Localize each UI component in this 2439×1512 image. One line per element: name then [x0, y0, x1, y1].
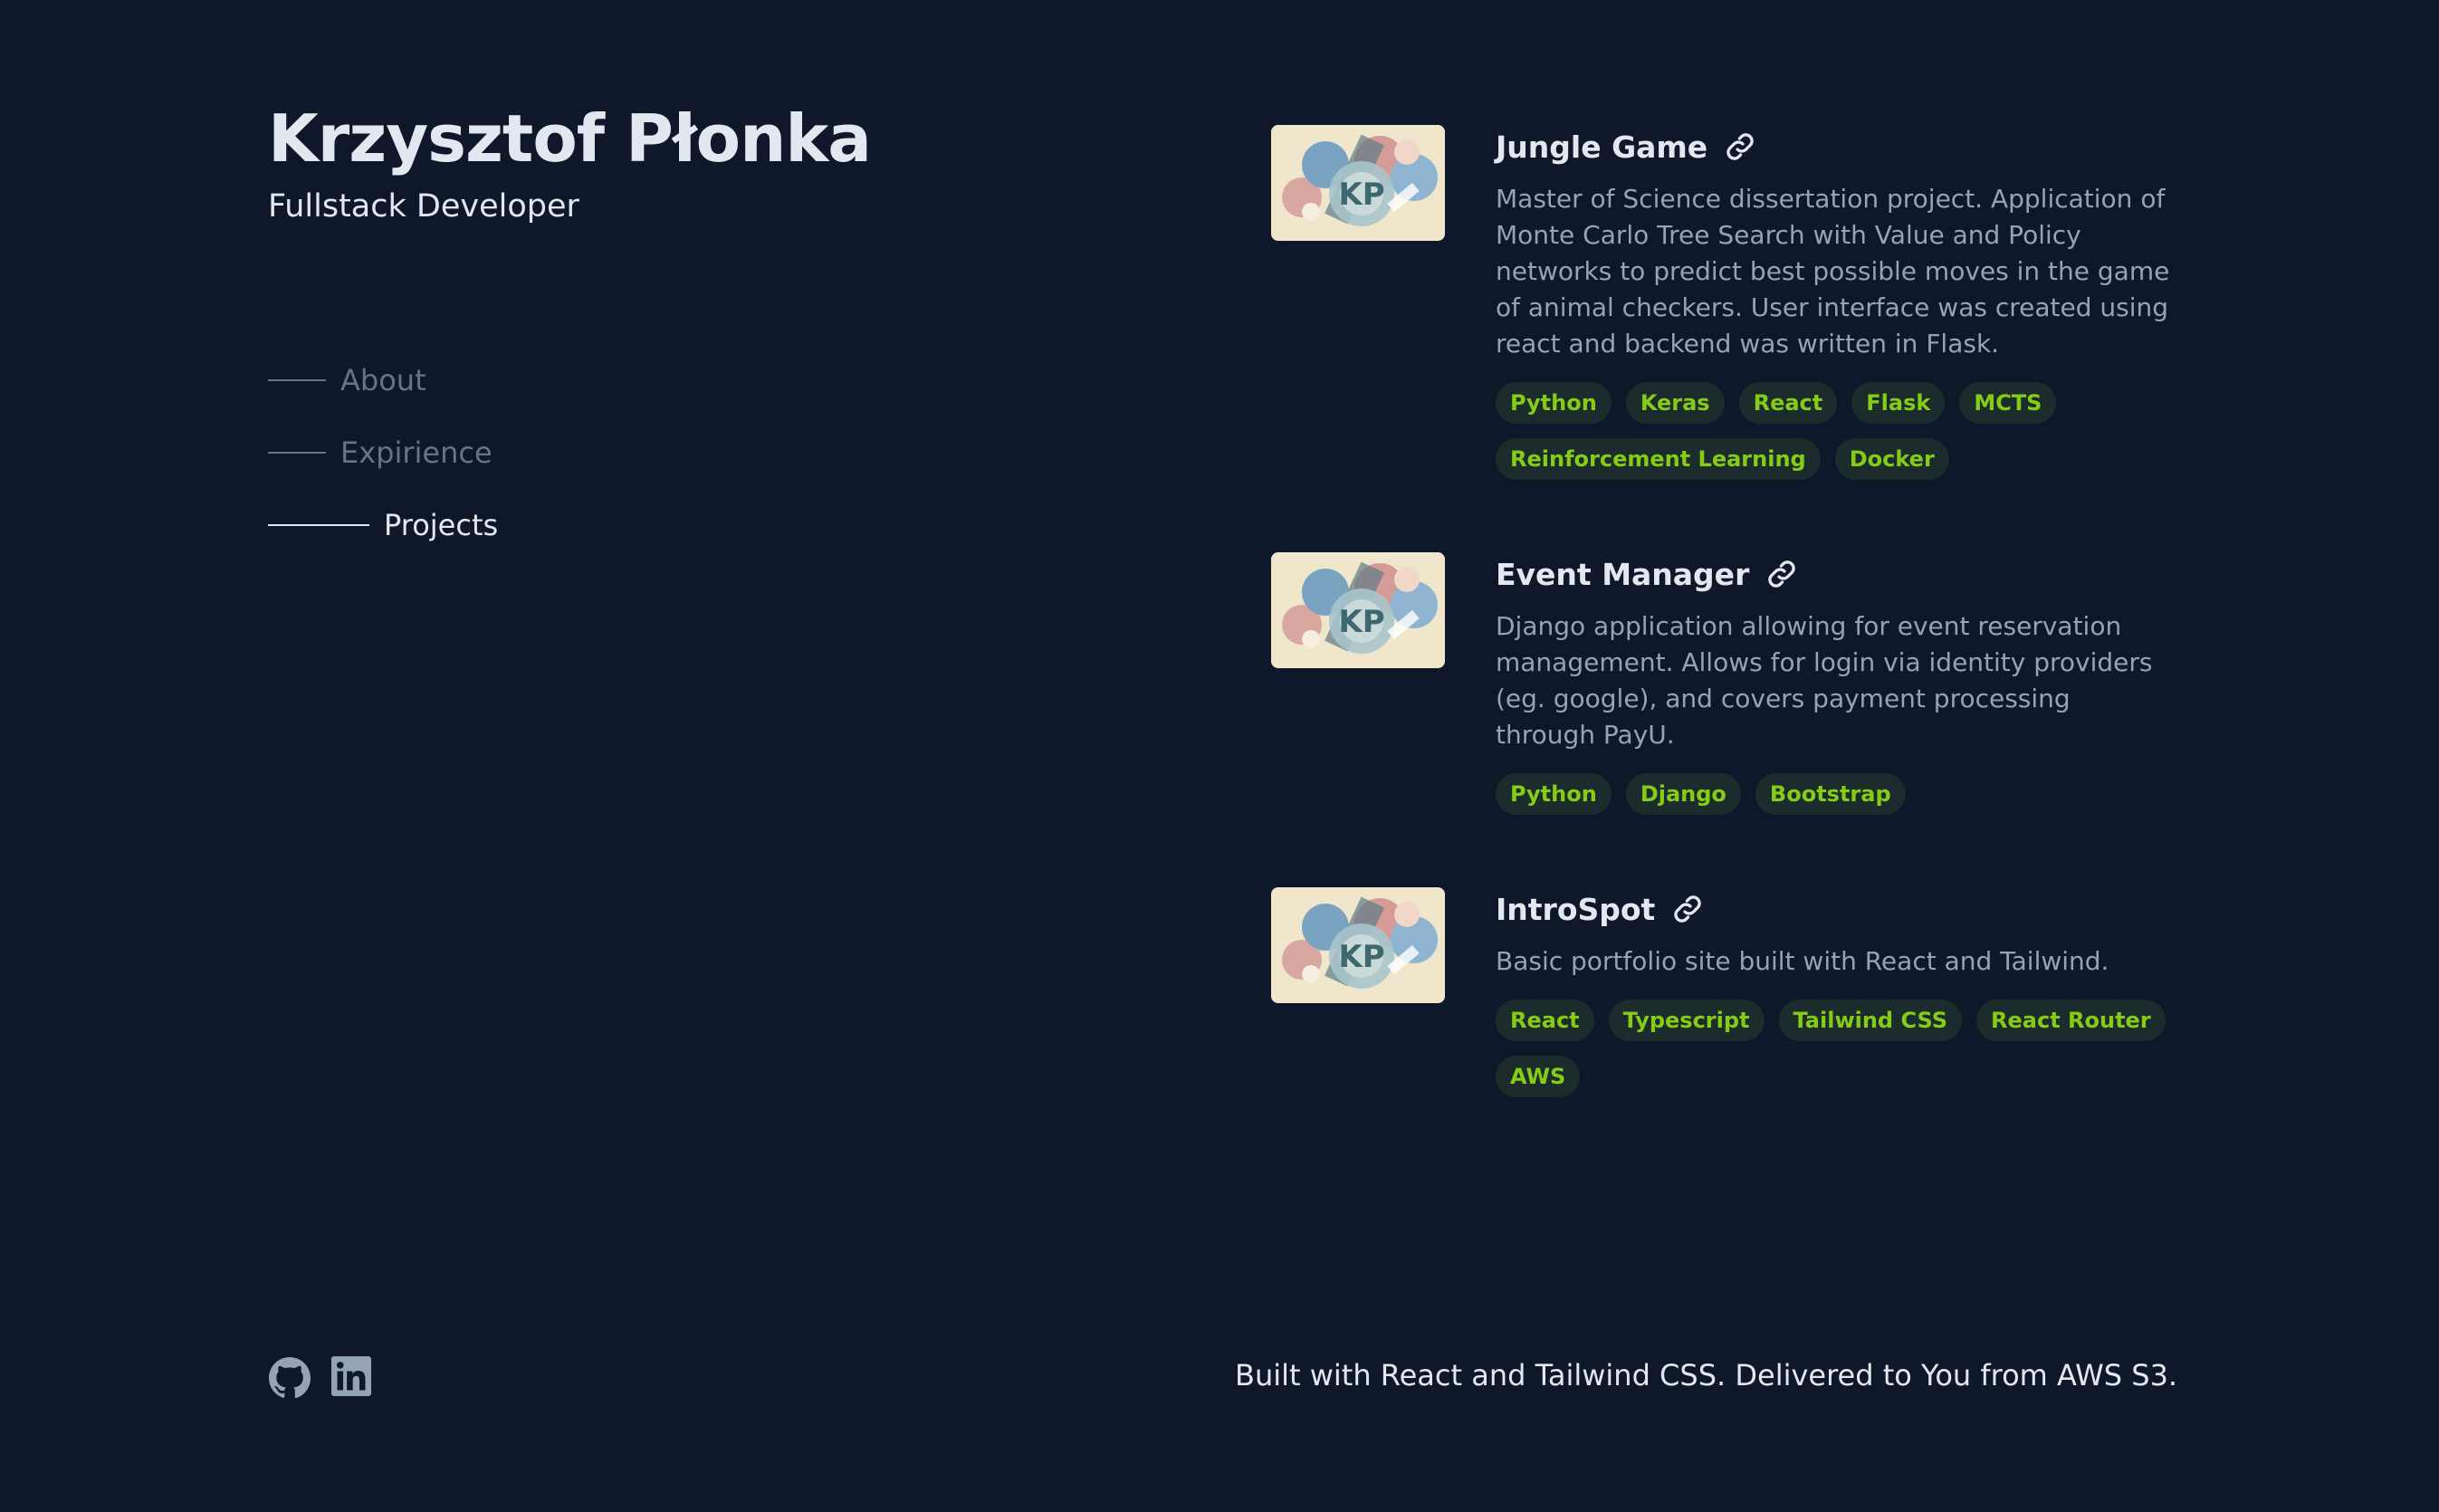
project-title[interactable]: Jungle Game [1496, 125, 2176, 168]
project-thumbnail: KP [1271, 887, 1445, 1003]
project-title[interactable]: Event Manager [1496, 552, 2176, 596]
tag-list: React Typescript Tailwind CSS React Rout… [1496, 1000, 2176, 1097]
tag: Python [1496, 773, 1612, 815]
nav-indicator [268, 524, 369, 526]
footer-note: Built with React and Tailwind CSS. Deliv… [1235, 1358, 2178, 1392]
tag: Flask [1851, 382, 1946, 424]
nav-item-experience[interactable]: Expirience [268, 427, 498, 478]
project-thumbnail: KP [1271, 125, 1445, 241]
link-icon[interactable] [1722, 130, 1758, 163]
nav-item-about[interactable]: About [268, 355, 498, 406]
project-thumbnail: KP [1271, 552, 1445, 668]
link-icon[interactable] [1669, 893, 1706, 925]
project-description: Master of Science dissertation project. … [1496, 184, 2170, 359]
github-icon[interactable] [268, 1356, 311, 1400]
tag: AWS [1496, 1056, 1581, 1097]
project-card[interactable]: KP Jungle Game Master of Science dissert… [1271, 125, 2176, 480]
projects-list: KP Jungle Game Master of Science dissert… [1271, 125, 2176, 1170]
page-title: Krzysztof Płonka [268, 100, 872, 177]
project-title[interactable]: IntroSpot [1496, 887, 2176, 931]
project-card[interactable]: KP IntroSpot Basic portfolio site built … [1271, 887, 2176, 1097]
header: Krzysztof Płonka Fullstack Developer [268, 100, 1083, 225]
tag: MCTS [1959, 382, 2057, 424]
project-description: Django application allowing for event re… [1496, 611, 2153, 750]
tag: Reinforcement Learning [1496, 438, 1821, 480]
link-icon[interactable] [1764, 558, 1800, 590]
job-title: Fullstack Developer [268, 188, 579, 225]
project-description: Basic portfolio site built with React an… [1496, 946, 2109, 976]
project-title-text[interactable]: Jungle Game [1496, 129, 1707, 165]
nav-item-label: Expirience [340, 435, 493, 470]
tag: Typescript [1608, 1000, 1765, 1041]
nav-item-projects[interactable]: Projects [268, 500, 498, 550]
nav-item-label: Projects [384, 508, 499, 542]
nav-item-label: About [340, 363, 426, 397]
nav-indicator [268, 379, 326, 381]
project-title-text[interactable]: Event Manager [1496, 557, 1749, 592]
tag: Bootstrap [1755, 773, 1906, 815]
tag: Django [1625, 773, 1741, 815]
tag: Docker [1834, 438, 1949, 480]
tag: React [1496, 1000, 1594, 1041]
tag: Keras [1625, 382, 1725, 424]
tag: Python [1496, 382, 1612, 424]
tag: React [1738, 382, 1838, 424]
thumbnail-text: KP [1338, 604, 1384, 640]
nav-indicator [268, 452, 326, 454]
tag: Tailwind CSS [1778, 1000, 1963, 1041]
section-nav: About Expirience Projects [268, 355, 498, 572]
thumbnail-text: KP [1338, 939, 1384, 975]
social-links [268, 1356, 371, 1400]
linkedin-icon[interactable] [331, 1356, 371, 1400]
project-title-text[interactable]: IntroSpot [1496, 892, 1655, 927]
thumbnail-text: KP [1338, 177, 1384, 213]
project-card[interactable]: KP Event Manager Django application allo… [1271, 552, 2176, 815]
tag-list: Python Keras React Flask MCTS Reinforcem… [1496, 382, 2176, 480]
tag: React Router [1976, 1000, 2166, 1041]
tag-list: Python Django Bootstrap [1496, 773, 2176, 815]
